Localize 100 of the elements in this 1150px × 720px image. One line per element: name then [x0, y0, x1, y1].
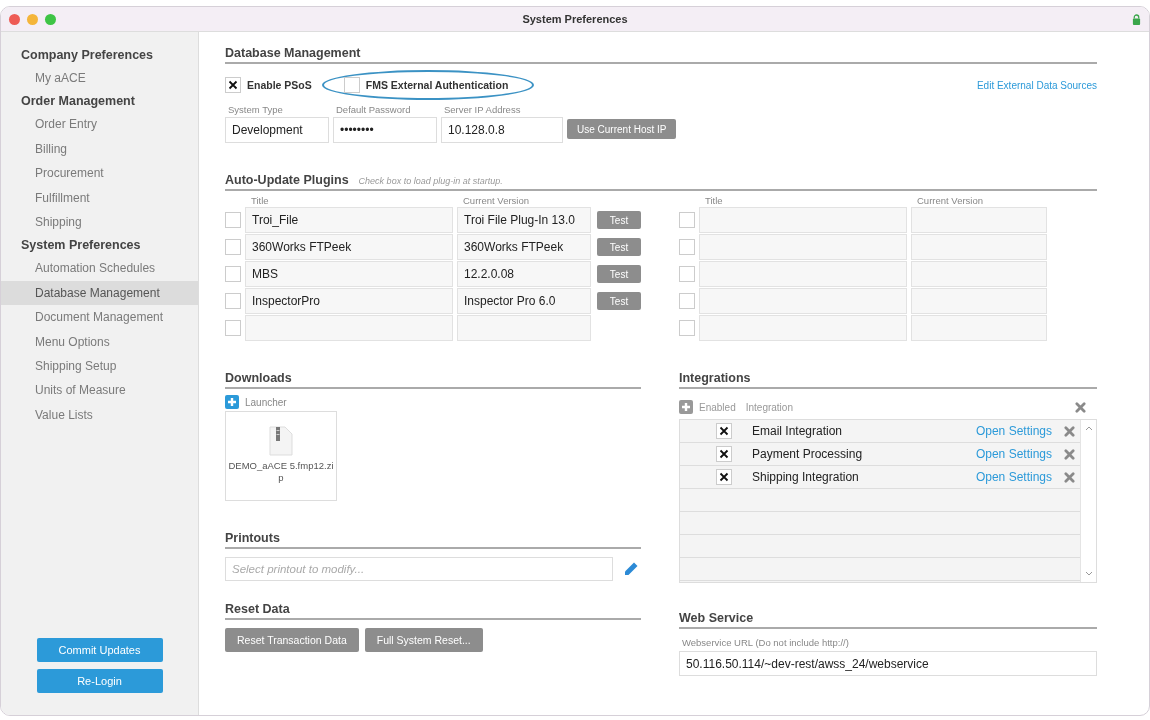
delete-icon[interactable]	[1075, 401, 1086, 413]
version-field[interactable]: Troi File Plug-In 13.0	[457, 207, 591, 233]
column-header: Enabled	[699, 401, 736, 413]
version-field[interactable]	[911, 234, 1047, 260]
scroll-down-icon[interactable]	[1084, 571, 1093, 576]
test-button[interactable]: Test	[597, 211, 641, 229]
title-field[interactable]: MBS	[245, 261, 453, 287]
scroll-up-icon[interactable]	[1084, 426, 1093, 431]
section-heading: Reset Data	[225, 602, 290, 616]
minimize-button[interactable]	[27, 13, 38, 25]
section-heading: Downloads	[225, 371, 292, 385]
sidebar-button[interactable]: Re-Login	[36, 669, 163, 693]
input-field[interactable]: 50.116.50.114/~dev-rest/awss_24/webservice	[679, 651, 1097, 676]
sidebar-item[interactable]: Order Entry	[1, 112, 198, 137]
column-header: Integration	[745, 401, 793, 413]
open-settings-link[interactable]: Open Settings	[975, 447, 1052, 461]
test-button[interactable]: Test	[597, 265, 641, 283]
column-header: Title	[704, 195, 724, 206]
add-icon[interactable]	[225, 395, 239, 409]
version-field[interactable]	[911, 207, 1047, 233]
section-heading: Database Management	[225, 46, 361, 60]
column-header: Current Version	[462, 195, 530, 206]
open-settings-link[interactable]: Open Settings	[975, 470, 1052, 484]
section-heading: Integrations	[679, 371, 751, 385]
checkbox[interactable]	[225, 266, 241, 282]
version-field[interactable]	[457, 315, 591, 341]
field-label: Default Password	[335, 104, 412, 115]
input-field[interactable]: 10.128.0.8	[441, 117, 563, 143]
column-header: Current Version	[916, 195, 984, 206]
input-field[interactable]: ••••••••	[333, 117, 437, 143]
delete-icon[interactable]	[1064, 448, 1075, 460]
checkbox[interactable]	[679, 212, 695, 228]
integration-name: Shipping Integration	[752, 470, 859, 484]
checkbox[interactable]	[679, 239, 695, 255]
sidebar-heading: Order Management	[20, 93, 136, 111]
sidebar-item[interactable]: Shipping	[1, 209, 198, 235]
close-button[interactable]	[9, 13, 20, 25]
input-field[interactable]: Development	[225, 117, 329, 143]
title-field[interactable]: InspectorPro	[245, 288, 453, 314]
sidebar-heading: System Preferences	[20, 237, 142, 255]
title-field[interactable]	[245, 315, 453, 341]
version-field[interactable]: Inspector Pro 6.0	[457, 288, 591, 314]
sidebar-item[interactable]: Value Lists	[1, 402, 198, 428]
sidebar-item[interactable]: Database Management	[1, 280, 198, 306]
checkbox[interactable]	[343, 77, 360, 93]
checkbox[interactable]	[225, 293, 241, 309]
sidebar-button[interactable]: Commit Updates	[36, 638, 163, 662]
zip-file-icon	[269, 426, 293, 456]
field-label: System Type	[227, 104, 284, 115]
delete-icon[interactable]	[1064, 425, 1075, 437]
sidebar-item[interactable]: Units of Measure	[1, 378, 198, 403]
checkbox[interactable]	[225, 239, 241, 255]
reset-button[interactable]: Full System Reset...	[364, 628, 483, 652]
checkbox[interactable]	[679, 293, 695, 309]
open-settings-link[interactable]: Open Settings	[975, 424, 1052, 438]
title-field[interactable]	[699, 288, 907, 314]
test-button[interactable]: Test	[597, 238, 641, 256]
sidebar-item[interactable]: My aACE	[1, 66, 198, 91]
use-host-ip-button[interactable]: Use Current Host IP	[567, 119, 677, 139]
sidebar-item[interactable]: Menu Options	[1, 329, 198, 354]
sidebar-item[interactable]: Shipping Setup	[1, 353, 198, 379]
column-header: Title	[250, 195, 270, 206]
version-field[interactable]: 360Works FTPeek	[457, 234, 591, 260]
version-field[interactable]	[911, 288, 1047, 314]
checkbox[interactable]	[679, 266, 695, 282]
sidebar-item[interactable]: Fulfillment	[1, 185, 198, 210]
edit-data-sources-link[interactable]: Edit External Data Sources	[976, 79, 1097, 91]
zoom-button[interactable]	[45, 13, 56, 25]
lock-icon[interactable]	[1132, 13, 1141, 25]
reset-button[interactable]: Reset Transaction Data	[225, 628, 359, 652]
checkbox[interactable]	[225, 212, 241, 228]
title-field[interactable]	[699, 234, 907, 260]
file-tile[interactable]: DEMO_aACE 5.fmp12.zip	[225, 411, 337, 501]
checkbox[interactable]	[679, 320, 695, 336]
version-field[interactable]: 12.2.0.08	[457, 261, 591, 287]
version-field[interactable]	[911, 315, 1047, 341]
hint-text: Check box to load plug-in at startup.	[358, 176, 503, 186]
title-field[interactable]: 360Works FTPeek	[245, 234, 453, 260]
section-heading: Web Service	[679, 611, 754, 625]
title-field[interactable]	[699, 261, 907, 287]
checkbox[interactable]	[716, 469, 732, 485]
sidebar-item[interactable]: Procurement	[1, 161, 198, 186]
pencil-icon[interactable]	[623, 561, 639, 577]
option-label: FMS External Authentication	[365, 79, 509, 91]
checkbox[interactable]	[716, 446, 732, 462]
delete-icon[interactable]	[1064, 471, 1075, 483]
title-field[interactable]: Troi_File	[245, 207, 453, 233]
sidebar-item[interactable]: Automation Schedules	[1, 256, 198, 281]
test-button[interactable]: Test	[597, 292, 641, 310]
sidebar-item[interactable]: Billing	[1, 136, 198, 162]
checkbox[interactable]	[225, 77, 241, 93]
title-field[interactable]	[699, 315, 907, 341]
printout-field[interactable]: Select printout to modify...	[225, 557, 613, 581]
sidebar-item[interactable]: Document Management	[1, 305, 198, 330]
version-field[interactable]	[911, 261, 1047, 287]
add-icon[interactable]	[679, 400, 693, 414]
checkbox[interactable]	[225, 320, 241, 336]
integration-name: Email Integration	[752, 424, 843, 438]
title-field[interactable]	[699, 207, 907, 233]
checkbox[interactable]	[716, 423, 732, 439]
